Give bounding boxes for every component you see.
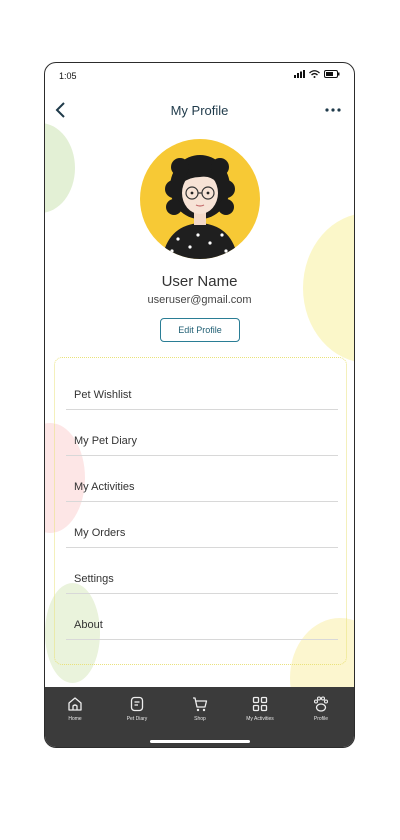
menu-item-my-orders[interactable]: My Orders xyxy=(66,502,338,548)
bottom-tab-bar: Home Pet Diary Shop My Activities Profil… xyxy=(45,687,354,747)
more-options-button[interactable] xyxy=(322,101,344,119)
menu-item-settings[interactable]: Settings xyxy=(66,548,338,594)
status-icons xyxy=(294,70,340,78)
grid-icon xyxy=(252,696,268,712)
cart-icon xyxy=(193,697,208,712)
edit-profile-button[interactable]: Edit Profile xyxy=(160,318,240,342)
page-title: My Profile xyxy=(170,103,229,118)
tab-profile[interactable]: Profile xyxy=(291,695,351,731)
phone-frame: 1:05 My Profile User Name useruser@gmail… xyxy=(44,62,355,748)
more-icon xyxy=(325,108,341,112)
tab-my-activities[interactable]: My Activities xyxy=(230,695,290,731)
menu-item-pet-wishlist[interactable]: Pet Wishlist xyxy=(66,364,338,410)
menu-item-label: My Orders xyxy=(74,527,126,539)
user-name: User Name xyxy=(161,273,238,290)
menu-item-my-activities[interactable]: My Activities xyxy=(66,456,338,502)
menu-item-label: My Pet Diary xyxy=(74,435,137,447)
menu-item-about[interactable]: About xyxy=(66,594,338,640)
home-icon xyxy=(68,697,82,711)
paw-icon xyxy=(313,696,329,712)
tab-label: Shop xyxy=(194,716,206,722)
menu-item-label: My Activities xyxy=(74,481,135,493)
menu-item-label: Settings xyxy=(74,573,114,585)
tab-label: Home xyxy=(68,716,82,722)
tab-shop[interactable]: Shop xyxy=(170,695,230,731)
menu-item-label: Pet Wishlist xyxy=(74,389,132,401)
signal-icon xyxy=(294,70,305,78)
menu-item-label: About xyxy=(74,619,103,631)
status-time: 1:05 xyxy=(59,71,77,81)
battery-icon xyxy=(324,70,340,78)
header: My Profile xyxy=(45,97,354,123)
menu-card: Pet Wishlist My Pet Diary My Activities … xyxy=(54,357,347,665)
tab-label: My Activities xyxy=(246,716,274,722)
tab-label: Profile xyxy=(313,716,329,722)
tab-home[interactable]: Home xyxy=(45,695,105,731)
menu-item-my-pet-diary[interactable]: My Pet Diary xyxy=(66,410,338,456)
home-indicator[interactable] xyxy=(150,740,250,743)
tab-pet-diary[interactable]: Pet Diary xyxy=(107,695,167,731)
wifi-icon xyxy=(309,70,320,78)
user-email: useruser@gmail.com xyxy=(147,294,252,306)
avatar xyxy=(140,139,260,259)
diary-icon xyxy=(130,696,144,712)
status-bar: 1:05 xyxy=(45,63,354,87)
tab-label: Pet Diary xyxy=(126,716,148,722)
decor-blob xyxy=(45,123,75,213)
